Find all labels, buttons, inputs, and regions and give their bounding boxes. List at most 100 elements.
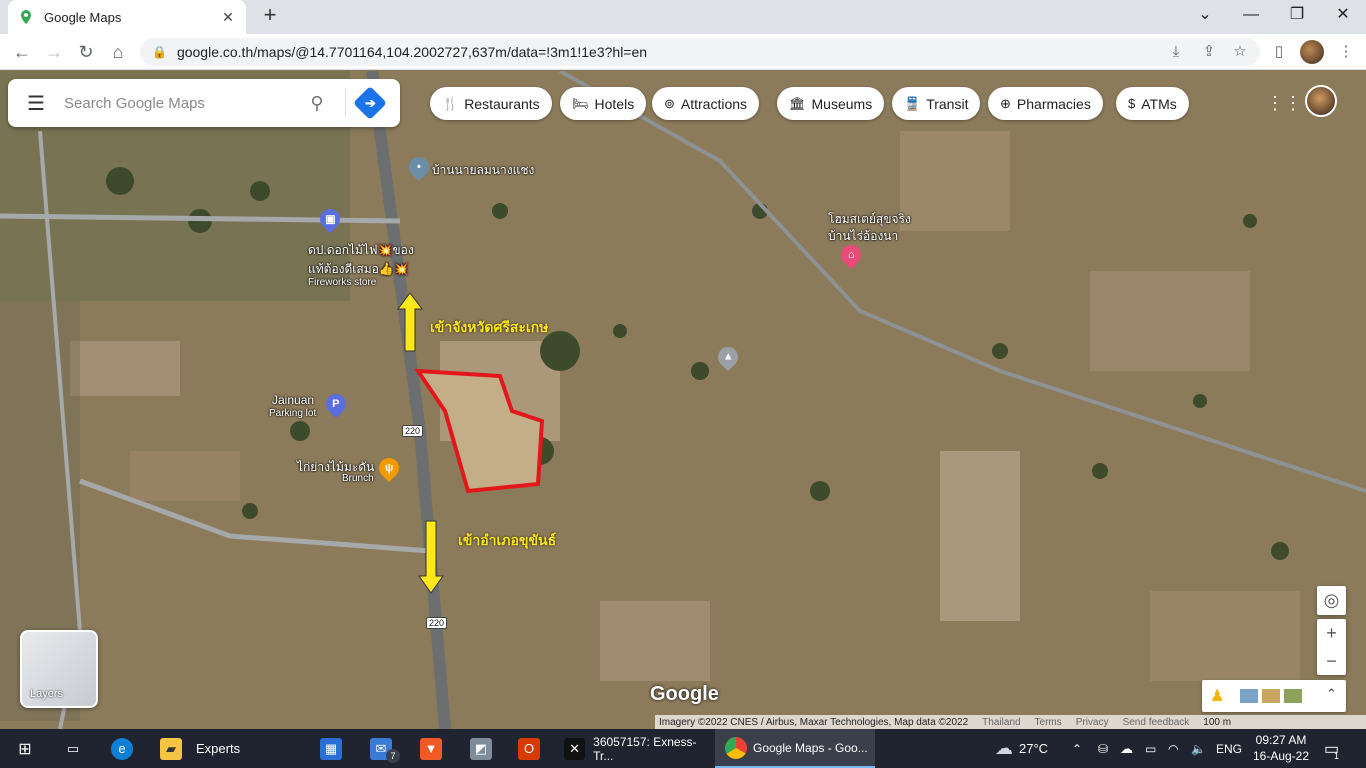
tab-search-icon[interactable]: ⌄ bbox=[1182, 0, 1228, 30]
chip-label: Attractions bbox=[680, 95, 748, 112]
menu-dots-icon[interactable]: ⋮ bbox=[1336, 42, 1356, 62]
hamburger-menu-icon[interactable]: ☰ bbox=[8, 91, 64, 116]
search-input[interactable]: Search Google Maps bbox=[64, 95, 297, 112]
usb-icon[interactable]: ⛁ bbox=[1098, 729, 1108, 768]
place-label[interactable]: ดป.ดอกไม้ไฟ💥ของ bbox=[308, 241, 414, 260]
chip-restaurants[interactable]: 🍴 Restaurants bbox=[430, 87, 552, 120]
imagery-credit: Imagery ©2022 CNES / Airbus, Maxar Techn… bbox=[659, 716, 969, 728]
feedback-link[interactable]: Send feedback bbox=[1123, 717, 1190, 728]
language-indicator[interactable]: ENG bbox=[1216, 729, 1242, 768]
apps-grid-icon[interactable]: ⋮⋮ bbox=[1266, 93, 1302, 113]
chip-transit[interactable]: 🚆 Transit bbox=[892, 87, 981, 120]
lock-icon[interactable]: 🔒 bbox=[152, 45, 167, 59]
zoom-in-button[interactable]: + bbox=[1317, 619, 1346, 647]
chip-hotels[interactable]: 🛏 Hotels bbox=[560, 87, 647, 120]
edge-icon: e bbox=[111, 737, 133, 760]
bed-icon: 🛏 bbox=[572, 95, 589, 111]
explorer-label: Experts bbox=[196, 741, 241, 756]
mail-button[interactable]: ✉ 7 bbox=[370, 729, 400, 768]
camera-icon: ⊚ bbox=[664, 95, 675, 111]
tab-title: Google Maps bbox=[44, 9, 122, 25]
country-link[interactable]: Thailand bbox=[982, 717, 1020, 728]
clock[interactable]: 09:27 AM 16-Aug-22 bbox=[1250, 732, 1312, 764]
chip-label: Museums bbox=[811, 95, 873, 112]
profile-avatar[interactable] bbox=[1300, 40, 1324, 64]
account-avatar[interactable] bbox=[1305, 85, 1337, 117]
wifi-icon[interactable]: ◠ bbox=[1168, 729, 1178, 768]
imagery-thumb-icon[interactable] bbox=[1240, 689, 1258, 703]
search-icon[interactable]: ⚲ bbox=[297, 93, 337, 114]
attribution-bar: Imagery ©2022 CNES / Airbus, Maxar Techn… bbox=[655, 715, 1366, 729]
satellite-imagery bbox=[0, 71, 1366, 729]
volume-icon[interactable]: 🔈 bbox=[1191, 729, 1206, 768]
home-icon[interactable]: ⌂ bbox=[106, 40, 130, 64]
privacy-link[interactable]: Privacy bbox=[1076, 717, 1109, 728]
zoom-controls: + − bbox=[1317, 619, 1346, 675]
restore-button[interactable]: ❐ bbox=[1274, 0, 1320, 30]
tray-chevron-icon[interactable]: ⌃ bbox=[1072, 729, 1082, 768]
exness-icon: ✕ bbox=[564, 737, 586, 760]
chip-attractions[interactable]: ⊚ Attractions bbox=[652, 87, 760, 120]
chip-pharmacies[interactable]: ⊕ Pharmacies bbox=[988, 87, 1103, 120]
chip-label: ATMs bbox=[1141, 95, 1177, 112]
exness-label: 36057157: Exness-Tr... bbox=[593, 734, 697, 763]
my-location-button[interactable]: ◎ bbox=[1317, 586, 1346, 615]
star-icon[interactable]: ☆ bbox=[1230, 42, 1250, 62]
edge-button[interactable]: e bbox=[111, 729, 133, 768]
onedrive-icon[interactable]: ☁ bbox=[1120, 729, 1133, 768]
battery-icon[interactable]: ▭ bbox=[1145, 729, 1156, 768]
folder-icon: ▰ bbox=[160, 737, 182, 760]
scale-label[interactable]: 100 m bbox=[1203, 717, 1231, 728]
forward-icon[interactable]: → bbox=[42, 40, 66, 64]
chip-label: Transit bbox=[926, 95, 969, 112]
office-button[interactable]: O bbox=[518, 729, 540, 768]
brave-button[interactable]: ▼ bbox=[420, 729, 442, 768]
office-icon: O bbox=[518, 737, 540, 760]
weather-temp: 27°C bbox=[1019, 741, 1049, 756]
place-label[interactable]: บ้านไร่อ้องนา bbox=[828, 227, 898, 246]
task-view-button[interactable]: ▭ bbox=[62, 729, 84, 768]
maps-pin-icon bbox=[21, 10, 31, 24]
new-tab-button[interactable]: + bbox=[258, 4, 282, 28]
sidepanel-icon[interactable]: ▯ bbox=[1269, 42, 1289, 62]
chip-label: Restaurants bbox=[464, 95, 540, 112]
place-category: Parking lot bbox=[269, 408, 317, 419]
browser-tab[interactable]: Google Maps ✕ bbox=[8, 0, 246, 34]
chrome-button[interactable]: Google Maps - Goo... bbox=[715, 729, 875, 768]
close-tab-icon[interactable]: ✕ bbox=[220, 9, 236, 26]
browser-toolbar: ← → ↻ ⌂ 🔒 google.co.th/maps/@14.7701164,… bbox=[0, 34, 1366, 70]
imagery-thumb-icon[interactable] bbox=[1262, 689, 1280, 703]
start-button[interactable]: ⊞ bbox=[14, 729, 36, 768]
chip-museums[interactable]: 🏛 Museums bbox=[777, 87, 885, 120]
store-button[interactable]: ▦ bbox=[320, 729, 342, 768]
place-label[interactable]: Jainuan bbox=[272, 393, 314, 407]
chip-atms[interactable]: $ ATMs bbox=[1116, 87, 1189, 120]
pegman-icon[interactable]: ♟ bbox=[1210, 686, 1224, 706]
close-window-button[interactable]: ✕ bbox=[1320, 0, 1366, 30]
explorer-button[interactable]: ▰ Experts bbox=[150, 729, 290, 768]
imagery-thumb-icon[interactable] bbox=[1284, 689, 1302, 703]
app-button[interactable]: ◩ bbox=[470, 729, 492, 768]
exness-button[interactable]: ✕ 36057157: Exness-Tr... bbox=[556, 729, 712, 768]
install-icon[interactable]: ⤓ bbox=[1166, 42, 1186, 62]
place-label[interactable]: บ้านนายลมนางแชง bbox=[432, 161, 534, 180]
address-bar[interactable]: 🔒 google.co.th/maps/@14.7701164,104.2002… bbox=[140, 38, 1260, 66]
share-icon[interactable]: ⇪ bbox=[1199, 42, 1219, 62]
reload-icon[interactable]: ↻ bbox=[74, 40, 98, 64]
map-canvas[interactable]: ☰ Search Google Maps ⚲ ➔ 🍴 Restaurants 🛏 H… bbox=[0, 71, 1366, 729]
chrome-label: Google Maps - Goo... bbox=[753, 740, 868, 755]
chrome-icon bbox=[725, 736, 747, 759]
expand-chevron-icon[interactable]: ⌃ bbox=[1326, 686, 1337, 702]
cloud-icon: ☁ bbox=[995, 738, 1013, 758]
back-icon[interactable]: ← bbox=[10, 40, 34, 64]
tab-strip: Google Maps ✕ + ⌄ — ❐ ✕ bbox=[0, 0, 1366, 34]
terms-link[interactable]: Terms bbox=[1035, 717, 1062, 728]
notification-button[interactable]: ▭ 1 bbox=[1324, 729, 1339, 768]
zoom-out-button[interactable]: − bbox=[1317, 647, 1346, 675]
minimize-button[interactable]: — bbox=[1228, 0, 1274, 30]
directions-button[interactable]: ➔ bbox=[353, 86, 387, 120]
clock-date: 16-Aug-22 bbox=[1252, 749, 1310, 763]
weather-widget[interactable]: ☁ 27°C bbox=[995, 729, 1048, 768]
layers-button[interactable]: Layers bbox=[20, 630, 98, 708]
north-annotation: เข้าจังหวัดศรีสะเกษ bbox=[430, 320, 549, 336]
